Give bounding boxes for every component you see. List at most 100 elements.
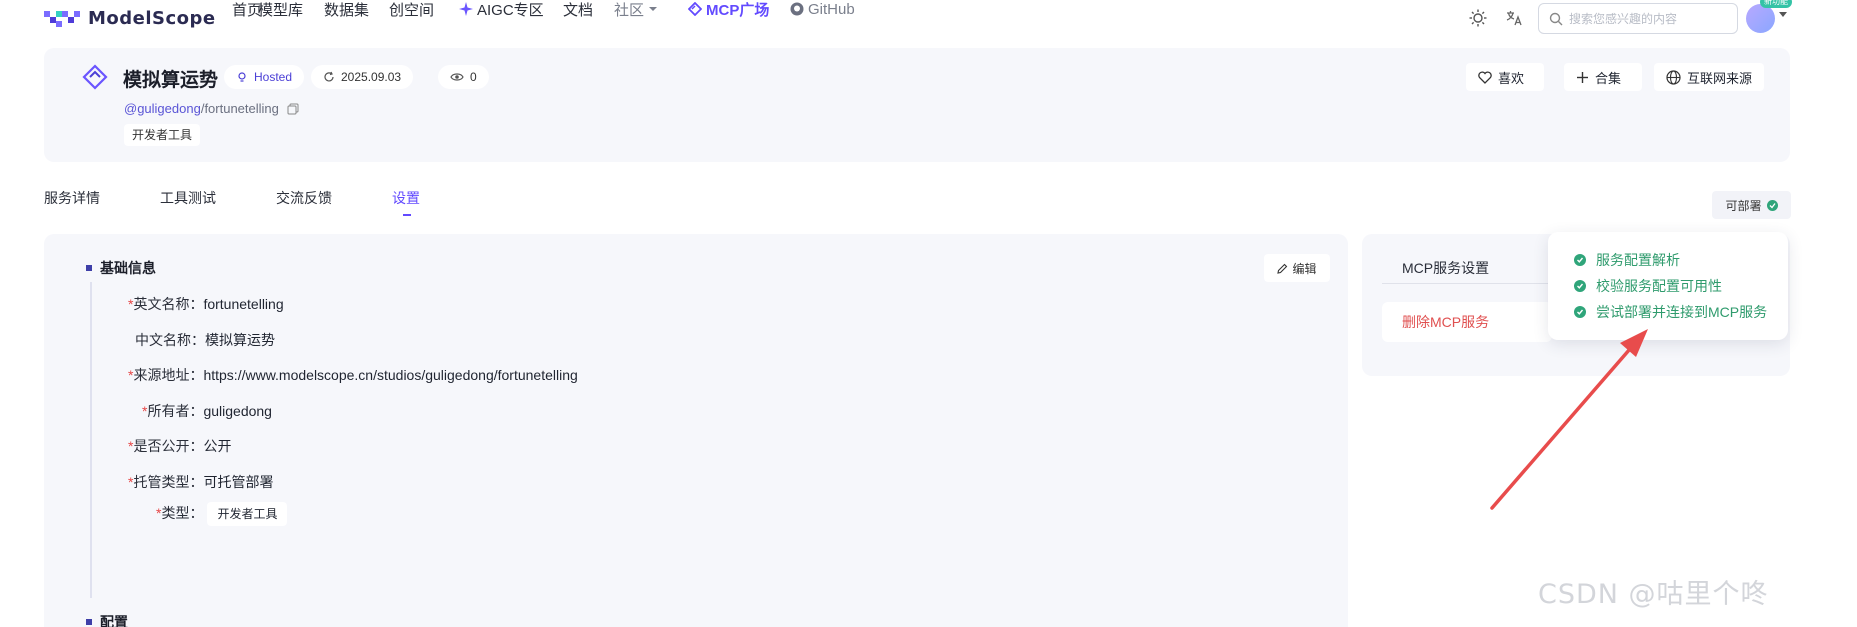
top-nav: ModelScope 首页 模型库 数据集 创空间 AIGC专区 文档 社区 M…: [0, 0, 1857, 37]
basic-info-title: 基础信息: [100, 260, 156, 276]
hosted-chip: Hosted: [224, 65, 305, 89]
field-value: guligedong: [203, 403, 272, 419]
checklist-item-label: 服务配置解析: [1596, 252, 1680, 268]
field-source-url: *来源地址：https://www.modelscope.cn/studios/…: [128, 367, 578, 383]
tab-tool-test[interactable]: 工具测试: [160, 188, 216, 208]
service-header-card: 模拟算运势 Hosted 2025.09.03 0 @guligedong /f…: [44, 48, 1790, 162]
logo[interactable]: ModelScope: [44, 7, 216, 29]
field-type: *类型： 开发者工具: [156, 502, 288, 526]
checklist-item-label: 校验服务配置可用性: [1596, 278, 1722, 294]
sparkle-icon: [459, 2, 473, 16]
check-icon: [1574, 280, 1586, 292]
nav-community-label: 社区: [614, 1, 645, 19]
field-value: 模拟算运势: [205, 332, 275, 348]
field-value: https://www.modelscope.cn/studios/gulige…: [203, 367, 578, 383]
tab-settings[interactable]: 设置: [392, 188, 420, 208]
modelscope-logo-icon: [44, 11, 80, 27]
date-label: 2025.09.03: [341, 70, 402, 84]
nav-community[interactable]: 社区: [614, 0, 658, 20]
mcp-icon: [688, 2, 702, 16]
field-owner: *所有者：guligedong: [142, 403, 272, 419]
copy-icon[interactable]: [287, 103, 299, 115]
views-chip: 0: [438, 65, 489, 89]
basic-info-panel: 基础信息 编辑 *英文名称：fortunetelling 中文名称：模拟算运势 …: [44, 234, 1348, 627]
internet-source-button[interactable]: 互联网来源: [1654, 63, 1764, 91]
nav-mcp[interactable]: MCP广场: [688, 0, 769, 20]
field-english-name: *英文名称：fortunetelling: [128, 296, 284, 312]
service-title: 模拟算运势: [123, 70, 219, 91]
deploy-status-label: 可部署: [1725, 198, 1762, 213]
nav-github-label: GitHub: [808, 0, 855, 18]
refresh-icon: [324, 71, 334, 82]
nav-docs[interactable]: 文档: [563, 0, 593, 20]
nav-github[interactable]: GitHub: [790, 1, 855, 18]
heart-icon: [1478, 70, 1492, 84]
source-label: 互联网来源: [1687, 70, 1753, 86]
views-count: 0: [470, 70, 477, 84]
avatar-caret-icon[interactable]: [1779, 12, 1787, 17]
field-value: 可托管部署: [203, 474, 274, 490]
nav-datasets[interactable]: 数据集: [324, 0, 369, 20]
eye-icon: [450, 73, 464, 81]
check-icon: [1574, 306, 1586, 318]
search-icon: [1549, 12, 1563, 25]
caret-down-icon: [649, 7, 658, 11]
owner-repo: /fortunetelling: [200, 101, 279, 116]
nav-models[interactable]: 模型库: [258, 0, 303, 20]
owner-line: @guligedong /fortunetelling: [124, 101, 299, 116]
type-chip: 开发者工具: [207, 502, 288, 526]
mcp-service-icon: [82, 64, 108, 90]
pencil-icon: [1277, 263, 1288, 274]
brand-name: ModelScope: [88, 7, 216, 29]
field-public: *是否公开：公开: [128, 438, 232, 454]
edit-button[interactable]: 编辑: [1264, 254, 1330, 282]
new-feature-badge: 新功能: [1760, 0, 1792, 8]
search-box[interactable]: [1538, 3, 1738, 34]
like-button[interactable]: 喜欢: [1466, 63, 1544, 91]
check-icon: [1766, 199, 1778, 211]
field-chinese-name: 中文名称：模拟算运势: [135, 332, 275, 348]
checklist-item: 服务配置解析: [1574, 250, 1680, 270]
search-input[interactable]: [1569, 11, 1729, 26]
owner-handle-link[interactable]: @guligedong: [124, 101, 201, 116]
basic-info-heading: 基础信息: [86, 258, 156, 278]
theme-toggle-sun-icon[interactable]: [1466, 6, 1490, 30]
deploy-status-badge[interactable]: 可部署: [1712, 191, 1791, 219]
deploy-checklist-popover: 服务配置解析 校验服务配置可用性 尝试部署并连接到MCP服务: [1548, 232, 1788, 340]
mcp-settings-title: MCP服务设置: [1382, 252, 1552, 284]
collect-label: 合集: [1595, 70, 1622, 86]
user-avatar[interactable]: [1746, 4, 1775, 33]
hosted-label: Hosted: [254, 70, 293, 84]
bulb-icon: [238, 72, 246, 82]
delete-mcp-service-button[interactable]: 删除MCP服务: [1382, 302, 1552, 342]
nav-studios[interactable]: 创空间: [389, 0, 434, 20]
nav-mcp-label: MCP广场: [706, 1, 770, 19]
csdn-watermark: CSDN @咕里个咚: [1538, 579, 1769, 610]
like-label: 喜欢: [1498, 70, 1525, 86]
add-to-collection-button[interactable]: 合集: [1564, 63, 1642, 91]
field-value: fortunetelling: [203, 296, 284, 312]
checklist-item: 尝试部署并连接到MCP服务: [1574, 302, 1767, 322]
category-tag: 开发者工具: [124, 124, 201, 146]
date-chip: 2025.09.03: [311, 65, 414, 89]
section-bullet-icon: [86, 619, 92, 625]
edit-label: 编辑: [1292, 261, 1317, 276]
field-hosting-type: *托管类型：可托管部署: [128, 474, 274, 490]
language-switch-icon[interactable]: [1502, 6, 1526, 30]
active-tab-indicator: [403, 214, 411, 216]
config-heading: 配置: [86, 612, 128, 627]
check-icon: [1574, 254, 1586, 266]
tab-service-details[interactable]: 服务详情: [44, 188, 100, 208]
github-icon: [790, 2, 804, 16]
section-bullet-icon: [86, 265, 92, 271]
checklist-item: 校验服务配置可用性: [1574, 276, 1722, 296]
config-title: 配置: [100, 614, 128, 627]
field-value: 公开: [203, 438, 232, 454]
section-divider-line: [90, 282, 92, 598]
nav-aigc-label: AIGC专区: [477, 1, 544, 19]
globe-icon: [1666, 69, 1681, 85]
tab-feedback[interactable]: 交流反馈: [276, 188, 332, 208]
nav-aigc[interactable]: AIGC专区: [459, 0, 544, 20]
checklist-item-label: 尝试部署并连接到MCP服务: [1596, 304, 1768, 320]
plus-icon: [1577, 71, 1588, 83]
